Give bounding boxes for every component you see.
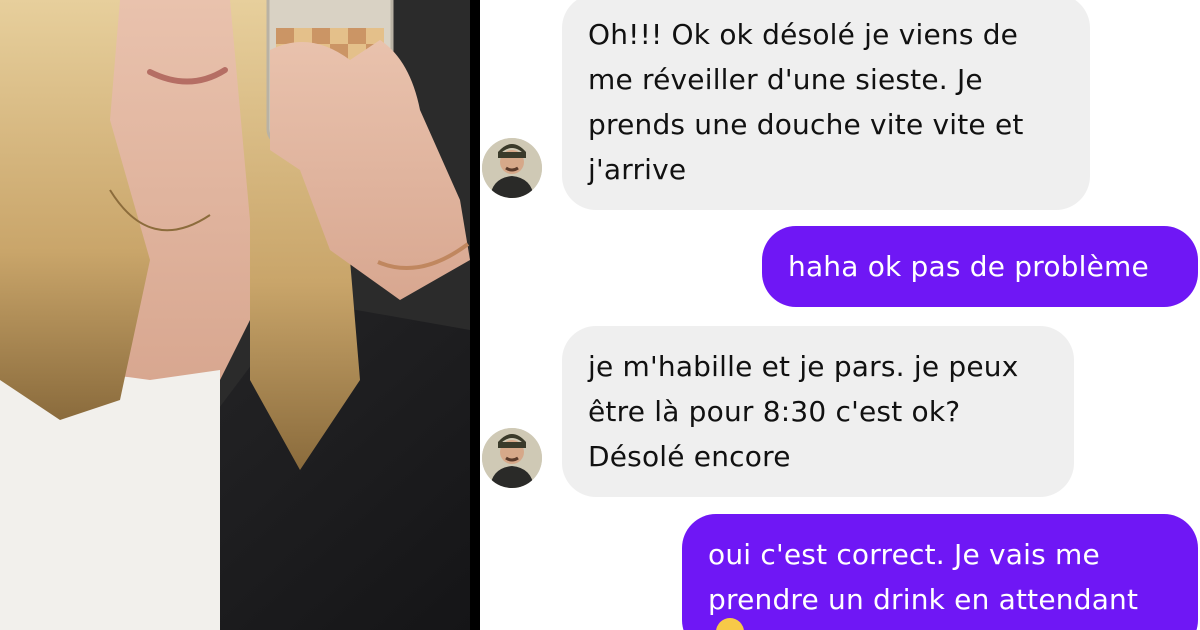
- avatar-photo: [482, 138, 542, 198]
- chat-panel: Oh!!! Ok ok désolé je viens de me réveil…: [480, 0, 1200, 630]
- incoming-message: je m'habille et je pars. je peux être là…: [562, 326, 1074, 497]
- outgoing-message: haha ok pas de problème: [762, 226, 1198, 307]
- panel-divider: [470, 0, 480, 630]
- selfie-illustration: [0, 0, 470, 630]
- avatar-photo: [482, 428, 542, 488]
- avatar[interactable]: [482, 138, 542, 198]
- selfie-photo: [0, 0, 470, 630]
- outgoing-message: oui c'est correct. Je vais me prendre un…: [682, 514, 1198, 630]
- incoming-message: Oh!!! Ok ok désolé je viens de me réveil…: [562, 0, 1090, 210]
- avatar[interactable]: [482, 428, 542, 488]
